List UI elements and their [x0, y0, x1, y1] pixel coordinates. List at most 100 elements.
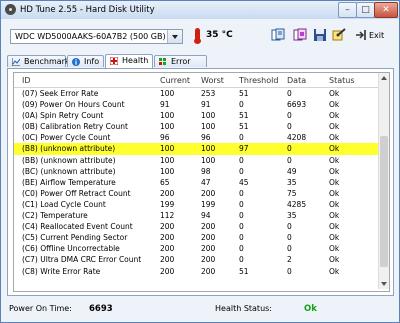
table-cell-id: (C8) Write Error Rate — [22, 266, 101, 276]
column-header-threshold[interactable]: Threshold — [239, 76, 278, 85]
scroll-up-icon[interactable] — [379, 73, 389, 83]
table-cell-current: 100 — [160, 89, 175, 98]
table-cell-status: Ok — [329, 266, 340, 276]
table-row[interactable]: (C2) Temperature 112 94 0 35 Ok — [14, 210, 379, 221]
table-cell-status: Ok — [329, 100, 340, 110]
table-cell-data: 0 — [287, 266, 292, 276]
minimize-button[interactable]: – — [338, 2, 357, 18]
power-on-value: 6693 — [89, 304, 113, 314]
table-cell-current: 200 — [160, 255, 175, 265]
status-bar: Power On Time: 6693 Health Status: Ok — [1, 296, 399, 322]
table-cell-worst: 94 — [201, 211, 211, 221]
table-cell-status: Ok — [329, 233, 340, 243]
table-cell-id: (C4) Reallocated Event Count — [22, 222, 133, 232]
list-header: ID Current Worst Threshold Data Status — [14, 73, 379, 88]
table-cell-data: 0 — [287, 89, 292, 98]
table-cell-worst: 91 — [201, 100, 211, 110]
table-cell-current: 100 — [160, 122, 175, 132]
table-row[interactable]: (C0) Power Off Retract Count 200 200 0 75 Ok — [14, 188, 379, 199]
table-cell-threshold: 0 — [239, 222, 244, 232]
column-header-status[interactable]: Status — [329, 76, 355, 85]
table-row[interactable]: (0A) Spin Retry Count 100 100 51 0 Ok — [14, 110, 379, 121]
column-header-data[interactable]: Data — [287, 76, 306, 85]
table-cell-worst: 200 — [201, 233, 216, 243]
attribute-rows: (07) Seek Error Rate 100 253 51 0 Ok (09) Powe… — [14, 88, 379, 277]
table-row[interactable]: (C8) Write Error Rate 200 200 51 0 Ok — [14, 266, 379, 277]
table-cell-status: Ok — [329, 177, 340, 187]
table-cell-status: Ok — [329, 166, 340, 176]
table-cell-status: Ok — [329, 211, 340, 221]
close-button[interactable]: ✕ — [374, 2, 398, 18]
table-cell-id: (BC) (unknown attribute) — [22, 166, 116, 176]
table-cell-current: 200 — [160, 266, 175, 276]
tab-benchmark[interactable]: Benchmark — [7, 55, 70, 67]
tab-error-scan[interactable]: Error Scan — [154, 55, 207, 78]
table-row[interactable]: (C4) Reallocated Event Count 200 200 0 0 Ok — [14, 221, 379, 232]
column-header-worst[interactable]: Worst — [201, 76, 224, 85]
save-icon[interactable] — [313, 28, 327, 42]
table-row[interactable]: (C5) Current Pending Sector 200 200 0 0 Ok — [14, 232, 379, 243]
drive-select[interactable]: WDC WD5000AAKS-60A7B2 (500 GB) — [10, 29, 183, 44]
thermometer-icon — [194, 28, 201, 44]
table-cell-worst: 199 — [201, 199, 216, 209]
copy-text-icon[interactable] — [271, 28, 285, 42]
exit-button-label[interactable]: Exit — [369, 31, 384, 40]
table-row[interactable]: (C6) Offline Uncorrectable 200 200 0 0 Ok — [14, 243, 379, 254]
vertical-scrollbar[interactable] — [378, 73, 389, 289]
table-row[interactable]: (0C) Power Cycle Count 96 96 0 4208 Ok — [14, 132, 379, 143]
table-cell-id: (BE) Airflow Temperature — [22, 177, 116, 187]
chevron-down-icon[interactable] — [167, 30, 182, 43]
scrollbar-thumb[interactable] — [380, 136, 388, 267]
table-row[interactable]: (BE) Airflow Temperature 65 47 45 35 Ok — [14, 177, 379, 188]
table-cell-id: (0B) Calibration Retry Count — [22, 122, 128, 132]
table-cell-current: 200 — [160, 233, 175, 243]
health-panel: ID Current Worst Threshold Data Status (… — [7, 68, 394, 296]
table-cell-id: (C5) Current Pending Sector — [22, 233, 128, 243]
table-row[interactable]: (BC) (unknown attribute) 100 98 0 49 Ok — [14, 166, 379, 177]
options-icon[interactable] — [332, 28, 346, 42]
table-cell-data: 0 — [287, 155, 292, 165]
table-cell-data: 0 — [287, 222, 292, 232]
toolbar: WDC WD5000AAKS-60A7B2 (500 GB) 35 °C Exi… — [1, 20, 399, 53]
table-cell-data: 6693 — [287, 100, 307, 110]
table-cell-worst: 200 — [201, 222, 216, 232]
tab-info[interactable]: Info — [67, 55, 104, 67]
column-header-current[interactable]: Current — [160, 76, 190, 85]
scroll-down-icon[interactable] — [379, 279, 389, 289]
table-row[interactable]: (B8) (unknown attribute) 100 100 97 0 Ok — [14, 143, 379, 155]
table-row[interactable]: (09) Power On Hours Count 91 91 0 6693 Ok — [14, 99, 379, 110]
table-cell-current: 100 — [160, 111, 175, 121]
table-cell-worst: 253 — [201, 89, 216, 98]
table-row[interactable]: (BB) (unknown attribute) 100 100 0 0 Ok — [14, 155, 379, 166]
table-cell-id: (07) Seek Error Rate — [22, 89, 99, 98]
table-cell-worst: 98 — [201, 166, 211, 176]
title-bar[interactable]: HD Tune 2.55 - Hard Disk Utility – □ ✕ — [1, 1, 399, 19]
health-status-label: Health Status: — [215, 304, 272, 313]
table-row[interactable]: (C1) Load Cycle Count 199 199 0 4285 Ok — [14, 199, 379, 210]
table-cell-data: 0 — [287, 111, 292, 121]
smart-attribute-list[interactable]: ID Current Worst Threshold Data Status (… — [13, 72, 390, 292]
table-cell-data: 0 — [287, 233, 292, 243]
tab-health[interactable]: Health — [105, 54, 153, 68]
column-header-id[interactable]: ID — [22, 76, 31, 85]
power-on-label: Power On Time: — [9, 304, 72, 313]
table-cell-threshold: 0 — [239, 155, 244, 165]
table-cell-current: 91 — [160, 100, 170, 110]
info-icon — [72, 58, 80, 66]
copy-image-icon[interactable] — [293, 28, 307, 42]
table-cell-id: (C6) Offline Uncorrectable — [22, 244, 120, 254]
table-cell-worst: 100 — [201, 144, 216, 154]
table-cell-status: Ok — [329, 89, 340, 98]
tab-health-label: Health — [122, 56, 149, 65]
table-row[interactable]: (C7) Ultra DMA CRC Error Count 200 200 0 2 Ok — [14, 254, 379, 265]
table-row[interactable]: (07) Seek Error Rate 100 253 51 0 Ok — [14, 88, 379, 99]
table-cell-current: 200 — [160, 244, 175, 254]
exit-icon[interactable] — [354, 28, 368, 42]
table-cell-worst: 100 — [201, 155, 216, 165]
table-cell-worst: 100 — [201, 111, 216, 121]
table-row[interactable]: (0B) Calibration Retry Count 100 100 51 0 Ok — [14, 121, 379, 132]
table-cell-threshold: 0 — [239, 166, 244, 176]
table-cell-worst: 47 — [201, 177, 211, 187]
maximize-button[interactable]: □ — [356, 2, 375, 18]
table-cell-id: (0A) Spin Retry Count — [22, 111, 104, 121]
